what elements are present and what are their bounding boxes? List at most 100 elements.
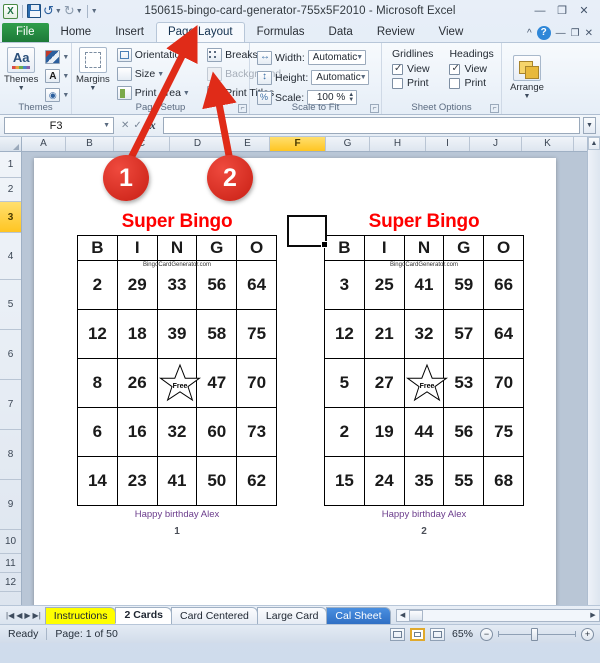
card-1-cell-3-1[interactable]: 16 bbox=[116, 407, 158, 457]
card-2-cell-0-1[interactable]: 25 bbox=[363, 260, 405, 310]
card-2-cell-3-3[interactable]: 56 bbox=[443, 407, 485, 457]
excel-logo-icon[interactable]: X bbox=[3, 3, 18, 19]
zoom-level[interactable]: 65% bbox=[450, 628, 475, 640]
card-1-cell-4-4[interactable]: 62 bbox=[236, 456, 277, 506]
row-header-2[interactable]: 2 bbox=[0, 178, 21, 202]
card-2-cell-1-2[interactable]: 32 bbox=[403, 309, 445, 359]
selected-cell-f3[interactable] bbox=[287, 215, 328, 248]
card-1-cell-1-4[interactable]: 75 bbox=[236, 309, 277, 359]
card-2-free-cell[interactable]: Free bbox=[403, 358, 448, 408]
save-icon[interactable] bbox=[27, 4, 41, 18]
orientation-button[interactable]: Orientation ▼ bbox=[114, 46, 200, 64]
hscroll-left-icon[interactable]: ◀ bbox=[397, 611, 409, 619]
horizontal-scrollbar[interactable]: ◀ ▶ bbox=[395, 608, 600, 622]
card-1-cell-0-1[interactable]: 29 bbox=[116, 260, 158, 310]
card-1-cell-0-0[interactable]: 2 bbox=[77, 260, 118, 310]
sheet-tab-large-card[interactable]: Large Card bbox=[256, 606, 328, 624]
theme-colors-dropdown-icon[interactable]: ▼ bbox=[62, 54, 69, 61]
column-header-f[interactable]: F bbox=[270, 137, 326, 151]
vertical-scrollbar[interactable]: ▲ bbox=[587, 137, 600, 605]
row-header-4[interactable]: 4 bbox=[0, 233, 21, 280]
scale-to-fit-dialog-launcher[interactable]: ⌐ bbox=[370, 104, 379, 113]
orientation-dropdown-icon[interactable]: ▼ bbox=[188, 52, 195, 59]
arrange-dropdown-icon[interactable]: ▼ bbox=[524, 93, 531, 100]
restore-icon[interactable]: ❐ bbox=[554, 5, 570, 18]
margins-dropdown-icon[interactable]: ▼ bbox=[89, 85, 96, 92]
scroll-up-icon[interactable]: ▲ bbox=[588, 137, 600, 150]
row-header-7[interactable]: 7 bbox=[0, 380, 21, 430]
undo-icon[interactable]: ↺ bbox=[43, 5, 54, 18]
tab-file[interactable]: File bbox=[2, 23, 49, 42]
card-1-cell-4-1[interactable]: 23 bbox=[116, 456, 158, 506]
card-2-cell-4-3[interactable]: 55 bbox=[443, 456, 485, 506]
card-2-cell-0-0[interactable]: 3 bbox=[324, 260, 365, 310]
size-button[interactable]: Size ▼ bbox=[114, 65, 200, 83]
card-1-cell-2-0[interactable]: 8 bbox=[77, 358, 118, 408]
card-2-cell-0-3[interactable]: 59 bbox=[443, 260, 485, 310]
first-sheet-icon[interactable]: |◀ bbox=[6, 611, 14, 620]
tab-view[interactable]: View bbox=[427, 22, 476, 42]
select-all-corner[interactable] bbox=[0, 137, 22, 151]
next-sheet-icon[interactable]: ▶ bbox=[24, 611, 30, 620]
cancel-formula-icon[interactable]: ✕ bbox=[121, 120, 129, 131]
theme-fonts-button[interactable]: A ▼ bbox=[42, 67, 74, 85]
page-layout-view-button[interactable] bbox=[409, 627, 425, 641]
hscroll-right-icon[interactable]: ▶ bbox=[587, 611, 599, 619]
headings-view-option[interactable]: View bbox=[449, 63, 487, 75]
zoom-in-button[interactable]: + bbox=[581, 627, 594, 641]
redo-icon[interactable]: ↻ bbox=[64, 5, 75, 18]
card-1-cell-1-0[interactable]: 12 bbox=[77, 309, 118, 359]
size-dropdown-icon[interactable]: ▼ bbox=[157, 71, 164, 78]
card-2-cell-3-0[interactable]: 2 bbox=[324, 407, 365, 457]
customize-qat-icon[interactable]: ▼ bbox=[91, 8, 98, 15]
row-header-1[interactable]: 1 bbox=[0, 152, 21, 178]
column-header-i[interactable]: I bbox=[426, 137, 470, 151]
card-2-cell-4-4[interactable]: 68 bbox=[483, 456, 524, 506]
card-2-cell-2-4[interactable]: 70 bbox=[483, 358, 524, 408]
themes-dropdown-icon[interactable]: ▼ bbox=[18, 85, 25, 92]
close-icon[interactable]: ✕ bbox=[576, 5, 592, 18]
sheet-tab-cal-sheet[interactable]: Cal Sheet bbox=[326, 606, 391, 624]
height-combo[interactable]: Automatic ▼ bbox=[311, 70, 370, 85]
scale-height-field[interactable]: Height: Automatic ▼ bbox=[254, 68, 374, 87]
width-dropdown-icon[interactable]: ▼ bbox=[356, 54, 363, 61]
card-2-cell-1-1[interactable]: 21 bbox=[363, 309, 405, 359]
headings-print-option[interactable]: Print bbox=[449, 77, 486, 89]
card-2-cell-2-3[interactable]: 53 bbox=[443, 358, 485, 408]
expand-formula-bar-icon[interactable]: ▼ bbox=[583, 117, 596, 134]
column-header-g[interactable]: G bbox=[326, 137, 370, 151]
row-header-10[interactable]: 10 bbox=[0, 530, 21, 554]
themes-button[interactable]: Aa Themes ▼ bbox=[4, 46, 38, 104]
gridlines-view-checkbox[interactable] bbox=[392, 63, 403, 75]
formula-input[interactable] bbox=[162, 117, 580, 134]
row-header-12[interactable]: 12 bbox=[0, 573, 21, 592]
card-2-cell-3-1[interactable]: 19 bbox=[363, 407, 405, 457]
card-2-cell-0-2[interactable]: 41 bbox=[403, 260, 445, 310]
card-2-cell-2-1[interactable]: 27 bbox=[363, 358, 405, 408]
card-1-cell-1-1[interactable]: 18 bbox=[116, 309, 158, 359]
card-1-cell-2-1[interactable]: 26 bbox=[116, 358, 158, 408]
workbook-restore-icon[interactable]: ❐ bbox=[571, 28, 580, 39]
workbook-close-icon[interactable]: ✕ bbox=[585, 28, 593, 39]
page-break-preview-button[interactable] bbox=[429, 627, 445, 641]
workbook-minimize-icon[interactable]: — bbox=[556, 28, 566, 39]
tab-page-layout[interactable]: Page Layout bbox=[155, 22, 245, 42]
card-2-cell-1-0[interactable]: 12 bbox=[324, 309, 365, 359]
insert-function-icon[interactable]: fx bbox=[146, 118, 156, 133]
column-header-b[interactable]: B bbox=[66, 137, 114, 151]
card-1-cell-3-3[interactable]: 60 bbox=[196, 407, 238, 457]
card-1-cell-3-0[interactable]: 6 bbox=[77, 407, 118, 457]
enter-formula-icon[interactable]: ✓ bbox=[133, 120, 141, 131]
card-2-cell-4-1[interactable]: 24 bbox=[363, 456, 405, 506]
tab-home[interactable]: Home bbox=[49, 22, 104, 42]
tab-review[interactable]: Review bbox=[365, 22, 427, 42]
card-1-cell-4-3[interactable]: 50 bbox=[196, 456, 238, 506]
theme-fonts-dropdown-icon[interactable]: ▼ bbox=[62, 73, 69, 80]
card-2-cell-4-0[interactable]: 15 bbox=[324, 456, 365, 506]
column-header-c[interactable]: C bbox=[114, 137, 170, 151]
gridlines-print-checkbox[interactable] bbox=[392, 77, 403, 89]
minimize-icon[interactable]: — bbox=[532, 5, 548, 18]
sheet-tab-2-cards[interactable]: 2 Cards bbox=[115, 606, 173, 624]
column-header-a[interactable]: A bbox=[22, 137, 66, 151]
zoom-out-button[interactable]: − bbox=[480, 627, 493, 641]
